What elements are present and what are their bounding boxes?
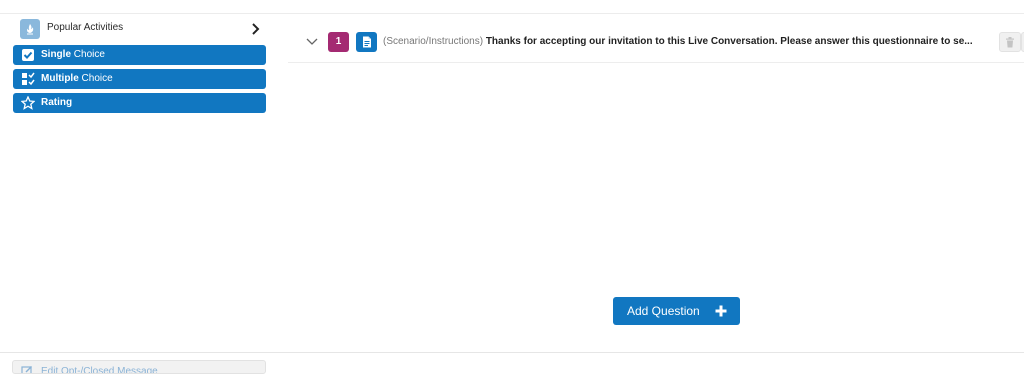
popular-activities-icon — [20, 19, 40, 39]
add-question-label: Add Question — [627, 304, 700, 318]
add-question-button[interactable]: Add Question — [613, 297, 740, 325]
question-text[interactable]: (Scenario/Instructions) Thanks for accep… — [383, 36, 983, 47]
question-row[interactable]: 1 (Scenario/Instructions) Thanks for acc… — [288, 24, 1024, 63]
rating-button[interactable]: Rating — [13, 93, 266, 113]
question-number-badge: 1 — [328, 32, 349, 52]
chevron-down-icon[interactable] — [305, 36, 319, 48]
multi-checklist-icon — [22, 72, 35, 86]
question-type-badge — [356, 32, 377, 52]
multiple-choice-label-bold: Multiple — [41, 73, 79, 84]
popular-activities-title: Popular Activities — [47, 22, 124, 33]
trash-icon — [1006, 36, 1014, 47]
chevron-right-icon[interactable] — [249, 20, 263, 38]
plus-icon — [715, 305, 727, 317]
bottom-divider — [0, 352, 1024, 353]
rating-label-bold: Rating — [41, 97, 73, 108]
document-icon — [362, 36, 371, 48]
question-body: Thanks for accepting our invitation to t… — [485, 36, 973, 47]
popular-activities-header[interactable]: Popular Activities — [20, 19, 264, 41]
top-divider — [0, 13, 1024, 14]
edit-message-label: Edit Opt-/Closed Message — [41, 366, 158, 374]
delete-question-button[interactable] — [999, 32, 1021, 52]
star-icon — [21, 96, 35, 110]
single-choice-label-rest: Choice — [71, 49, 105, 60]
multiple-choice-label-rest: Choice — [78, 73, 113, 84]
question-prefix: (Scenario/Instructions) — [383, 36, 484, 47]
checkbox-icon — [22, 49, 34, 61]
single-choice-label-bold: Single — [41, 49, 72, 60]
edit-message-button[interactable]: Edit Opt-/Closed Message — [12, 360, 266, 374]
single-choice-button[interactable]: Single Choice — [13, 45, 266, 65]
multiple-choice-button[interactable]: Multiple Choice — [13, 69, 266, 89]
